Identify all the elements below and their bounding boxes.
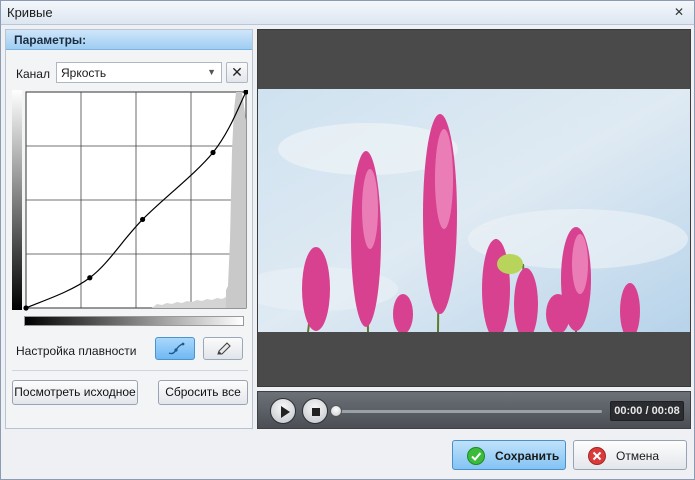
curve-tool-icon [168, 342, 185, 355]
check-icon [467, 447, 485, 465]
output-gradient-bar [24, 316, 244, 326]
input-gradient-bar [12, 90, 22, 310]
pencil-tool-button[interactable] [203, 337, 243, 360]
preview-panel [257, 29, 691, 387]
panel-title: Параметры: [14, 33, 87, 47]
cancel-label: Отмена [616, 449, 660, 463]
divider [12, 370, 248, 371]
curve-tool-button[interactable] [155, 337, 195, 360]
cancel-button[interactable]: Отмена [573, 440, 687, 470]
curve-control-point[interactable] [87, 275, 93, 281]
pencil-icon [217, 342, 231, 355]
curves-dialog: Кривые ✕ Параметры: Канал Яркость ▼ ✕ На… [0, 0, 695, 480]
chevron-down-icon: ▼ [207, 67, 216, 77]
view-original-button[interactable]: Посмотреть исходное [12, 380, 138, 405]
stop-button[interactable] [302, 398, 328, 424]
channel-value: Яркость [61, 66, 107, 80]
parameters-panel: Параметры: Канал Яркость ▼ ✕ Настройка п… [5, 29, 253, 429]
reset-channel-button[interactable]: ✕ [226, 62, 248, 83]
play-icon [281, 406, 290, 418]
timeline-knob[interactable] [330, 405, 342, 417]
cancel-x-icon [588, 447, 606, 465]
timeline-track[interactable] [336, 410, 602, 413]
channel-select[interactable]: Яркость ▼ [56, 62, 222, 83]
channel-label: Канал [16, 67, 50, 81]
preview-image [258, 89, 690, 332]
reset-all-button[interactable]: Сбросить все [158, 380, 248, 405]
curve-control-point[interactable] [23, 305, 29, 311]
x-icon: ✕ [231, 64, 243, 80]
play-button[interactable] [270, 398, 296, 424]
save-button[interactable]: Сохранить [452, 440, 566, 470]
title-bar: Кривые ✕ [1, 1, 694, 25]
panel-header: Параметры: [6, 30, 252, 50]
curve-control-point[interactable] [140, 216, 146, 223]
stop-icon [312, 408, 320, 416]
curve-control-point[interactable] [210, 149, 216, 156]
player-controls: 00:00 / 00:08 [257, 391, 691, 429]
window-title: Кривые [7, 5, 53, 20]
time-display: 00:00 / 00:08 [610, 401, 684, 421]
smoothing-label: Настройка плавности [16, 344, 137, 358]
curve-editor[interactable] [12, 90, 248, 312]
save-label: Сохранить [495, 449, 560, 463]
close-icon[interactable]: ✕ [672, 5, 686, 19]
